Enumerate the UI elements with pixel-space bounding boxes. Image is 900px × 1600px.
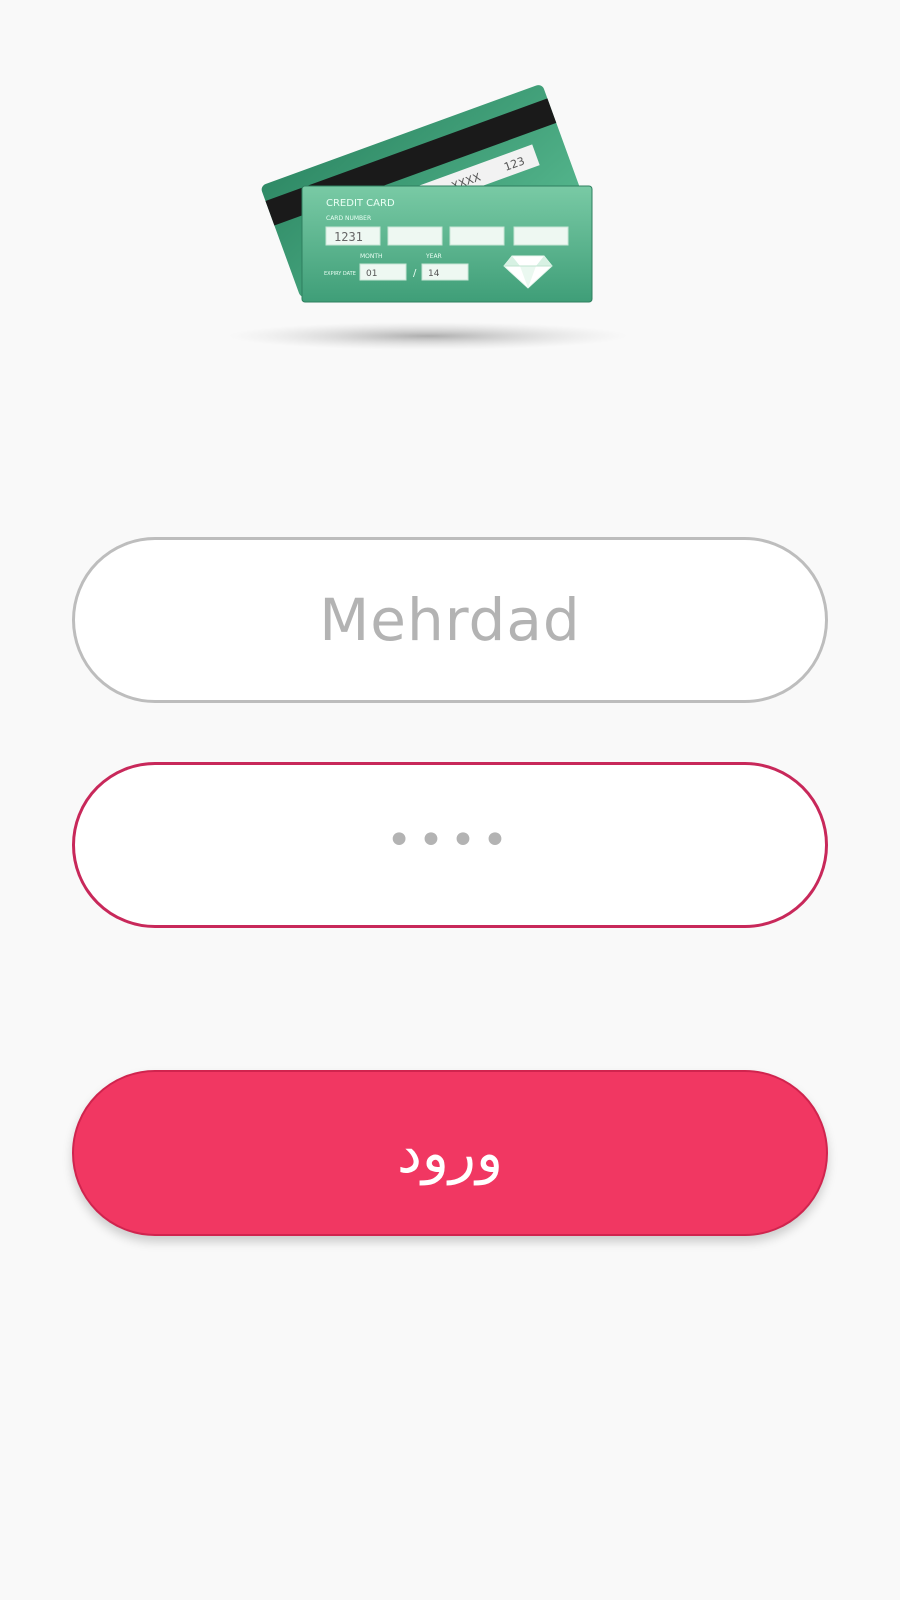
month-value: 01 [366,269,377,279]
credit-card-icon: XXXX 123 CREDIT CARD CARD NUMBER 1231 MO… [228,85,628,350]
password-field[interactable]: •••• [72,762,828,928]
card-number-first: 1231 [334,230,363,244]
credit-card-logo: XXXX 123 CREDIT CARD CARD NUMBER 1231 MO… [228,78,630,358]
login-screen: XXXX 123 CREDIT CARD CARD NUMBER 1231 MO… [0,0,900,1600]
month-label: MONTH [360,253,383,260]
expiry-label: EXPIRY DATE [324,271,356,277]
password-masked-value: •••• [386,815,514,866]
year-label: YEAR [425,253,442,260]
year-value: 14 [428,269,440,279]
login-button-label: ورود [396,1120,504,1186]
card-number-label: CARD NUMBER [326,215,371,222]
login-button[interactable]: ورود [72,1070,828,1236]
username-field[interactable]: Mehrdad [72,537,828,703]
username-value: Mehrdad [319,586,581,654]
card-title: CREDIT CARD [326,198,395,209]
